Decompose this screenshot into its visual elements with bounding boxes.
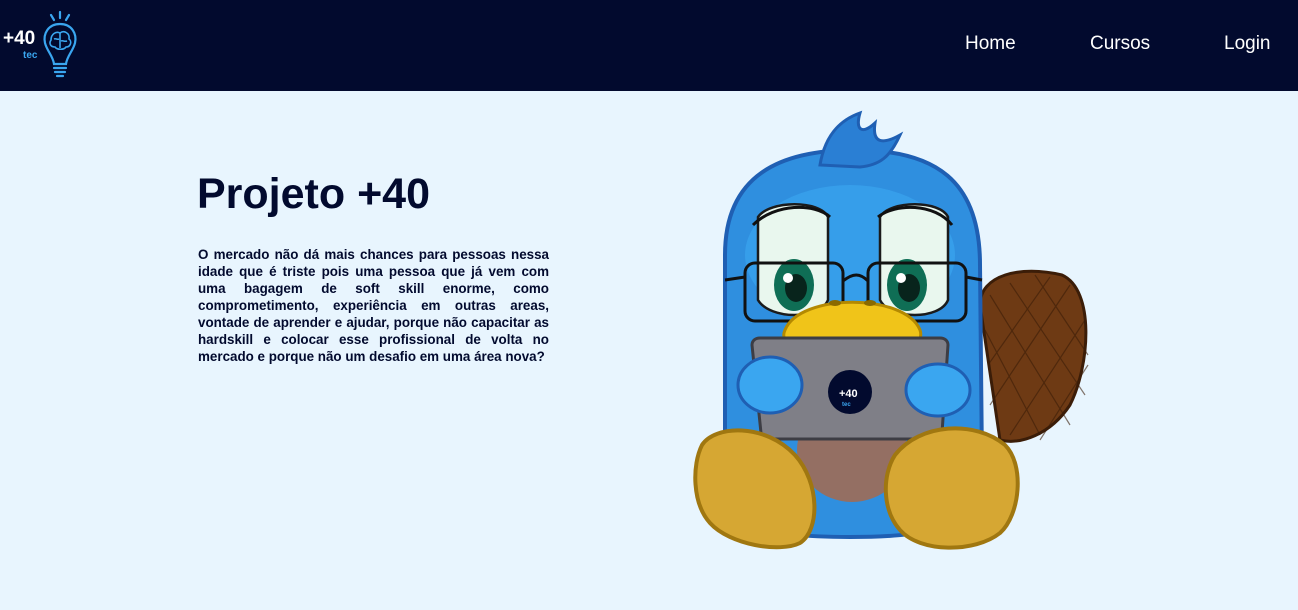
page-title: Projeto +40: [197, 170, 431, 218]
logo[interactable]: +40 tec: [0, 10, 90, 86]
logo-subtext: tec: [23, 50, 38, 61]
logo-text: +40: [3, 28, 36, 49]
mascot-tail: [978, 269, 1089, 443]
navbar: +40 tec Home Cursos Login: [0, 0, 1298, 91]
nav-cursos-link[interactable]: Cursos: [1090, 33, 1150, 55]
lightbulb-brain-icon: [43, 10, 77, 78]
nav-login-link[interactable]: Login: [1224, 33, 1271, 55]
hero-description: O mercado não dá mais chances para pesso…: [198, 247, 549, 364]
svg-text:tec: tec: [842, 402, 851, 408]
svg-text:+40: +40: [839, 388, 858, 400]
platypus-mascot-illustration: +40 tec: [693, 110, 1089, 550]
nav-home-link[interactable]: Home: [965, 33, 1016, 55]
